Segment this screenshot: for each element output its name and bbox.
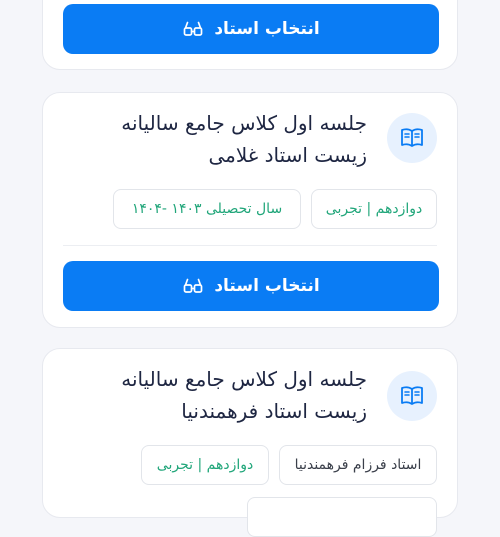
- glasses-icon: [182, 18, 204, 40]
- course-card-1: انتخاب استاد: [42, 0, 458, 70]
- book-icon: [387, 113, 437, 163]
- select-teacher-button[interactable]: انتخاب استاد: [63, 261, 439, 311]
- course-card-2: جلسه اول کلاس جامع سالیانه زیست استاد غل…: [42, 92, 458, 328]
- course-title-line-1: جلسه اول کلاس جامع سالیانه: [121, 111, 367, 135]
- course-card-3: جلسه اول کلاس جامع سالیانه زیست استاد فر…: [42, 348, 458, 537]
- divider: [63, 245, 437, 246]
- course-title-line-2: زیست استاد فرهمندنیا: [181, 399, 367, 423]
- select-teacher-button[interactable]: انتخاب استاد: [63, 4, 439, 54]
- course-title-line-2: زیست استاد غلامی: [208, 143, 367, 167]
- select-teacher-label: انتخاب استاد: [214, 19, 320, 39]
- glasses-icon: [182, 275, 204, 297]
- grade-chip: دوازدهم | تجربی: [311, 189, 437, 229]
- course-title: جلسه اول کلاس جامع سالیانه زیست استاد غل…: [87, 107, 367, 171]
- course-title-line-1: جلسه اول کلاس جامع سالیانه: [121, 367, 367, 391]
- teacher-name-chip: استاد فرزام فرهمندنیا: [279, 445, 437, 485]
- academic-year-chip: سال تحصیلی ۱۴۰۳ -۱۴۰۴: [113, 189, 301, 229]
- select-teacher-label: انتخاب استاد: [214, 276, 320, 296]
- book-icon: [387, 371, 437, 421]
- grade-chip: دوازدهم | تجربی: [141, 445, 269, 485]
- course-title: جلسه اول کلاس جامع سالیانه زیست استاد فر…: [87, 363, 367, 427]
- chip-partial: [247, 497, 437, 537]
